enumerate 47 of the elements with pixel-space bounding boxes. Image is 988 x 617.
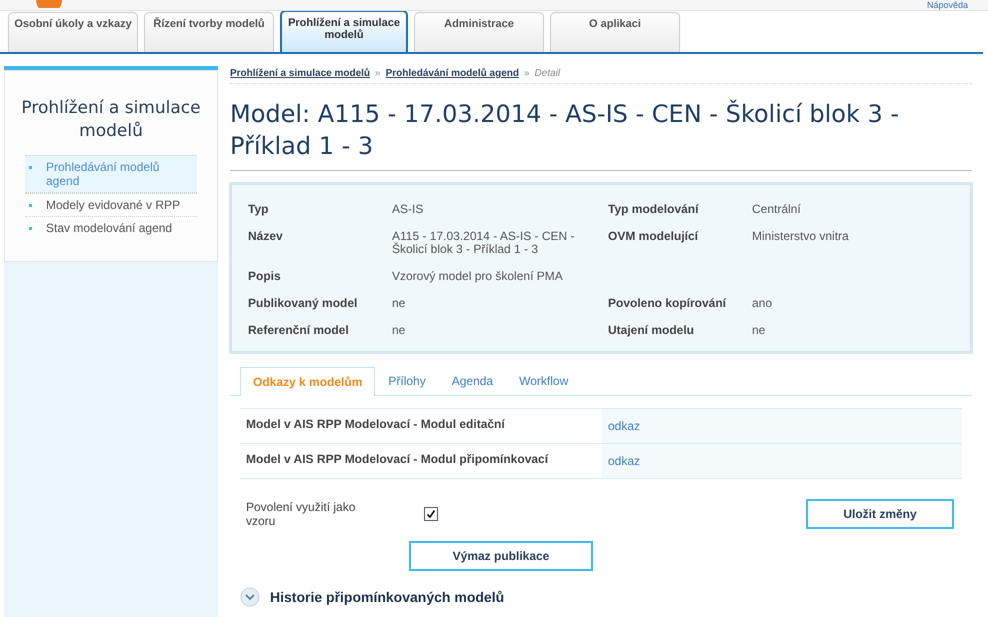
field-label: Referenční model xyxy=(248,324,350,337)
field-label: Typ modelování xyxy=(608,203,700,216)
field-value: Ministerstvo vnitra xyxy=(752,230,850,245)
sidebar-item[interactable]: Modely evidované v RPP xyxy=(25,193,197,216)
link[interactable]: odkaz xyxy=(608,419,640,433)
checkbox[interactable] xyxy=(424,507,438,521)
field-label: Název xyxy=(248,230,284,245)
field-label: Publikovaný model xyxy=(248,297,358,310)
field-value: ne xyxy=(392,297,406,310)
table-cell-text: Model v AIS RPP Modelovací - Modul připomínkovací xyxy=(245,451,550,468)
save-button[interactable]: Uložit změny xyxy=(806,499,954,529)
breadcrumb-link[interactable]: Prohlížení a simulace modelů xyxy=(230,68,370,79)
delete-publication-button[interactable]: Výmaz publikace xyxy=(409,541,593,571)
field-value: Centrální xyxy=(752,203,802,216)
field-label: Typ xyxy=(248,203,270,216)
field-value: A115 - 17.03.2014 - AS-IS - CEN - Školicí blok 3 - Příklad 1 - 3 xyxy=(392,230,576,256)
content-tab[interactable]: Workflow xyxy=(506,367,582,395)
field-value: Vzorový model pro školení PMA xyxy=(392,270,564,283)
field-label: Utajení modelu xyxy=(608,324,696,337)
checkbox-label: Povolení využití jako vzoru xyxy=(246,500,356,528)
nav-tab[interactable]: Administrace xyxy=(414,12,544,52)
field-label: Povoleno kopírování xyxy=(608,297,728,310)
page-title: Model: A115 - 17.03.2014 - AS-IS - CEN - Školicí blok 3 - Příklad 1 - 3 xyxy=(230,98,972,171)
nav-tab[interactable]: O aplikaci xyxy=(550,12,680,52)
content-tab[interactable]: Přílohy xyxy=(375,367,439,395)
content-tab[interactable]: Agenda xyxy=(438,367,506,395)
nav-tab[interactable]: Řízení tvorby modelů xyxy=(144,12,274,52)
logo-icon xyxy=(36,0,62,8)
breadcrumb-current: Detail xyxy=(534,68,560,79)
breadcrumb-separator-icon: » xyxy=(375,68,381,79)
expand-chevron-icon[interactable] xyxy=(240,587,260,607)
nav-tab[interactable]: Osobní úkoly a vzkazy xyxy=(8,12,138,52)
field-value: ano xyxy=(752,297,774,310)
field-label: OVM modelující xyxy=(608,230,700,245)
breadcrumb-separator-icon: » xyxy=(524,68,530,79)
sidebar-item[interactable]: Stav modelování agend xyxy=(25,216,197,239)
field-value: ne xyxy=(752,324,766,337)
breadcrumb-link[interactable]: Prohledávání modelů agend xyxy=(386,68,519,79)
help-link[interactable]: Nápověda xyxy=(926,0,968,10)
nav-tab[interactable]: Prohlížení a simulace modelů xyxy=(280,10,408,52)
field-label: Popis xyxy=(248,270,282,283)
field-value: ne xyxy=(392,324,406,337)
section-title: Historie připomínkovaných modelů xyxy=(270,589,504,605)
link[interactable]: odkaz xyxy=(608,454,640,468)
sidebar-title: Prohlížení a simulace modelů xyxy=(20,97,202,143)
field-value: AS-IS xyxy=(392,203,424,216)
table-cell-text: Model v AIS RPP Modelovací - Modul editační xyxy=(245,416,506,433)
